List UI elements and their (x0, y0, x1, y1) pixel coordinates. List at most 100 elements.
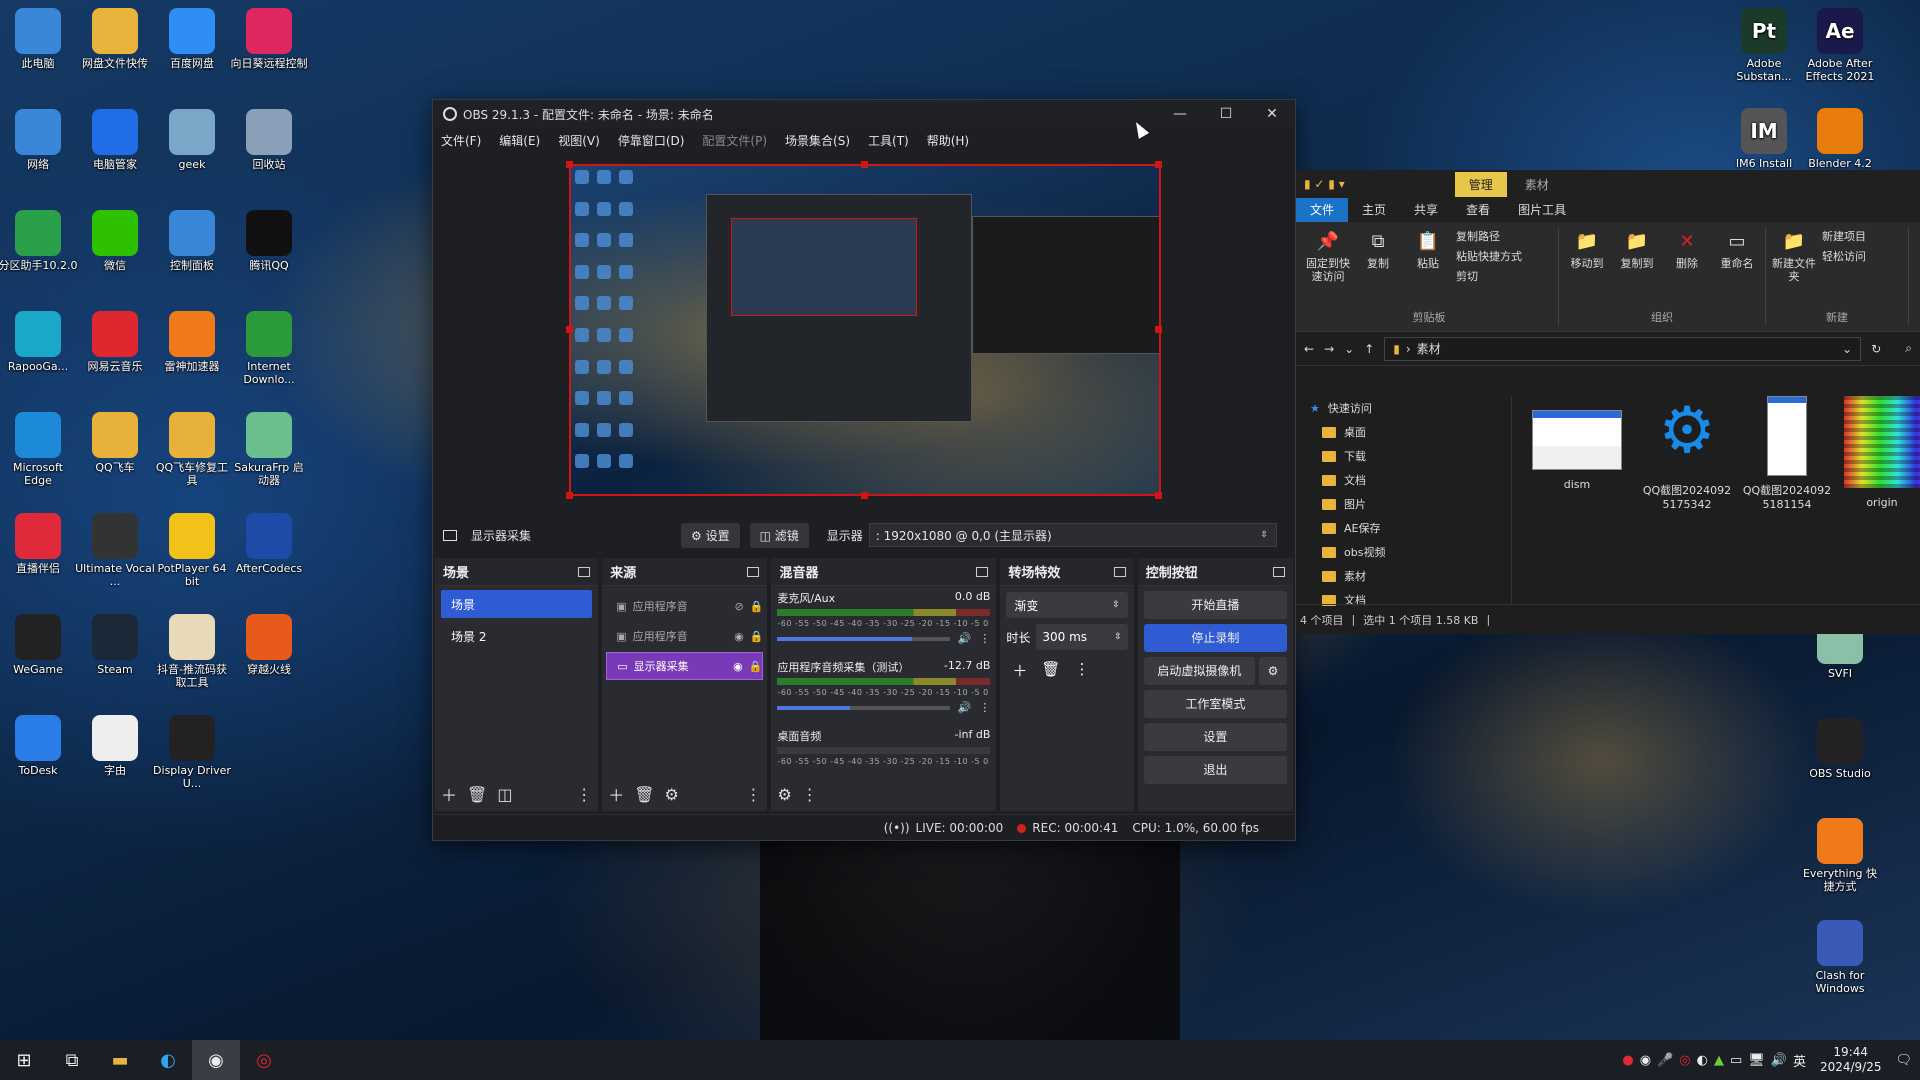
volume-icon[interactable]: 🔊 (1771, 1053, 1787, 1068)
source-more-icon[interactable]: ⋮ (745, 785, 761, 804)
desktop-icon[interactable]: 分区助手10.2.0 (0, 210, 78, 272)
desktop-icon[interactable]: Everything 快捷方式 (1800, 818, 1880, 893)
undock-icon[interactable] (578, 566, 591, 577)
scene-item[interactable]: 场景 (441, 590, 593, 618)
menu-file[interactable]: 文件(F) (441, 132, 481, 149)
channel-menu-icon[interactable]: ⋮ (979, 632, 990, 645)
mixer-settings-icon[interactable]: ⚙ (777, 785, 791, 804)
manage-tab[interactable]: 管理 (1454, 171, 1507, 197)
undock-icon[interactable] (1273, 566, 1285, 577)
quick-access-toolbar-icon[interactable]: ▮ ✓ ▮ ▾ (1304, 177, 1345, 191)
settings-button[interactable]: 设置 (1143, 723, 1287, 751)
desktop-icon[interactable]: 穿越火线 (229, 614, 309, 676)
tab-file[interactable]: 文件 (1296, 198, 1349, 222)
close-button[interactable]: ✕ (1249, 100, 1295, 128)
lock-icon[interactable]: 🔒 (750, 630, 764, 643)
desktop-icon[interactable]: 抖音-推流码获取工具 (152, 614, 232, 689)
menu-help[interactable]: 帮助(H) (927, 132, 969, 149)
desktop-icon[interactable]: Blender 4.2 (1800, 108, 1880, 170)
desktop-icon[interactable]: Steam (75, 614, 155, 676)
desktop-icon[interactable]: 字由 (75, 715, 155, 777)
tray-gpu-icon[interactable]: ▲ (1714, 1053, 1724, 1068)
desktop-icon[interactable]: OBS Studio (1800, 718, 1880, 780)
source-filters-button[interactable]: ◫ 滤镜 (749, 522, 809, 548)
microphone-icon[interactable]: 🎤 (1657, 1053, 1673, 1068)
copy-path-button[interactable]: 复制路径 (1456, 228, 1552, 244)
desktop-icon[interactable]: 微信 (75, 210, 155, 272)
menu-view[interactable]: 视图(V) (558, 132, 600, 149)
desktop-icon[interactable]: QQ飞车修复工具 (152, 412, 232, 487)
transition-select[interactable]: 渐变 ⇳ (1006, 592, 1128, 618)
desktop-icon[interactable]: 控制面板 (152, 210, 232, 272)
paste-button[interactable]: 📋 粘贴 (1406, 228, 1450, 309)
volume-slider[interactable] (777, 705, 950, 710)
file-item[interactable]: dism (1532, 410, 1622, 492)
obs-icon[interactable]: ◉ (192, 1040, 240, 1080)
address-bar[interactable]: ▮ › 素材 ⌄ (1384, 336, 1862, 361)
visibility-icon[interactable]: ◉ (733, 660, 743, 673)
recent-icon[interactable]: ⌄ (1344, 342, 1354, 356)
battery-icon[interactable]: ▭ (1730, 1053, 1742, 1068)
nav-item[interactable]: 图片 (1296, 492, 1511, 516)
desktop-icon[interactable]: 此电脑 (0, 8, 78, 70)
nav-item[interactable]: AE保存 (1296, 516, 1511, 540)
tray-app-icon[interactable]: ◐ (1697, 1053, 1708, 1068)
minimize-button[interactable]: — (1157, 100, 1203, 128)
file-item[interactable]: QQ截图20240925181154 (1742, 396, 1832, 512)
paste-shortcut-button[interactable]: 粘贴快捷方式 (1456, 248, 1552, 264)
desktop-icon[interactable]: 网络 (0, 109, 78, 171)
file-explorer-icon[interactable]: ▬ (96, 1040, 144, 1080)
network-icon[interactable]: 🖥 (1748, 1053, 1765, 1068)
undock-icon[interactable] (1113, 566, 1126, 577)
add-scene-icon[interactable]: ＋ (441, 782, 457, 806)
source-item-selected[interactable]: ▭ 显示器采集 ◉ 🔒 (606, 652, 764, 680)
clock[interactable]: 19:44 2024/9/25 (1820, 1045, 1882, 1075)
desktop-icon[interactable]: SakuraFrp 启动器 (229, 412, 309, 487)
desktop-icon[interactable]: 回收站 (229, 109, 309, 171)
scene-more-icon[interactable]: ⋮ (576, 785, 592, 804)
desktop-icon[interactable]: 网盘文件快传 (75, 8, 155, 70)
tray-app-icon[interactable]: ● (1622, 1053, 1633, 1068)
new-folder-button[interactable]: 📁 新建文件夹 (1772, 228, 1816, 309)
desktop-icon[interactable]: IM IM6 Install (1724, 108, 1804, 170)
display-select[interactable]: : 1920x1080 @ 0,0 (主显示器) ⇳ (868, 523, 1277, 547)
remove-source-icon[interactable]: 🗑 (634, 785, 654, 804)
copy-button[interactable]: ⧉ 复制 (1356, 228, 1400, 309)
desktop-icon[interactable]: 直播伴侣 (0, 513, 78, 575)
back-icon[interactable]: ← (1304, 342, 1314, 356)
new-item-button[interactable]: 新建项目 (1822, 228, 1902, 244)
nav-item[interactable]: 文档 (1296, 468, 1511, 492)
nav-item[interactable]: obs视频 (1296, 540, 1511, 564)
studio-mode-button[interactable]: 工作室模式 (1143, 690, 1287, 718)
desktop-icon[interactable]: AfterCodecs (229, 513, 309, 575)
speaker-icon[interactable]: 🔊 (958, 632, 972, 645)
obs-preview[interactable] (433, 152, 1295, 510)
desktop-icon[interactable]: Display Driver U... (152, 715, 232, 790)
desktop-icon[interactable]: WeGame (0, 614, 78, 676)
refresh-icon[interactable]: ↻ (1871, 342, 1881, 356)
preview-canvas[interactable] (569, 164, 1161, 496)
lock-icon[interactable]: 🔒 (749, 660, 763, 673)
file-item[interactable]: origin (1844, 396, 1920, 510)
desktop-icon[interactable]: 腾讯QQ (229, 210, 309, 272)
tab-share[interactable]: 共享 (1400, 198, 1452, 222)
menu-docks[interactable]: 停靠窗口(D) (618, 132, 685, 149)
desktop-icon[interactable]: Ultimate Vocal ... (75, 513, 155, 588)
tab-picture-tools[interactable]: 图片工具 (1504, 198, 1580, 222)
desktop-icon[interactable]: geek (152, 109, 232, 171)
tray-obs-icon[interactable]: ◉ (1640, 1053, 1651, 1068)
tray-music-icon[interactable]: ◎ (1679, 1053, 1690, 1068)
edge-icon[interactable]: ◐ (144, 1040, 192, 1080)
channel-menu-icon[interactable]: ⋮ (979, 701, 990, 714)
exit-button[interactable]: 退出 (1143, 756, 1287, 784)
remove-transition-icon[interactable]: 🗑 (1041, 660, 1060, 681)
task-view-icon[interactable]: ⧉ (48, 1040, 96, 1080)
speaker-icon[interactable]: 🔊 (958, 701, 972, 714)
desktop-icon[interactable]: 网易云音乐 (75, 311, 155, 373)
nav-item[interactable]: 下载 (1296, 444, 1511, 468)
desktop-icon[interactable]: Internet Downlo... (229, 311, 309, 386)
move-to-button[interactable]: 📁 移动到 (1565, 228, 1609, 309)
start-virtual-camera-button[interactable]: 启动虚拟摄像机 (1143, 657, 1255, 685)
remove-scene-icon[interactable]: 🗑 (467, 785, 487, 804)
scene-item[interactable]: 场景 2 (441, 622, 592, 650)
